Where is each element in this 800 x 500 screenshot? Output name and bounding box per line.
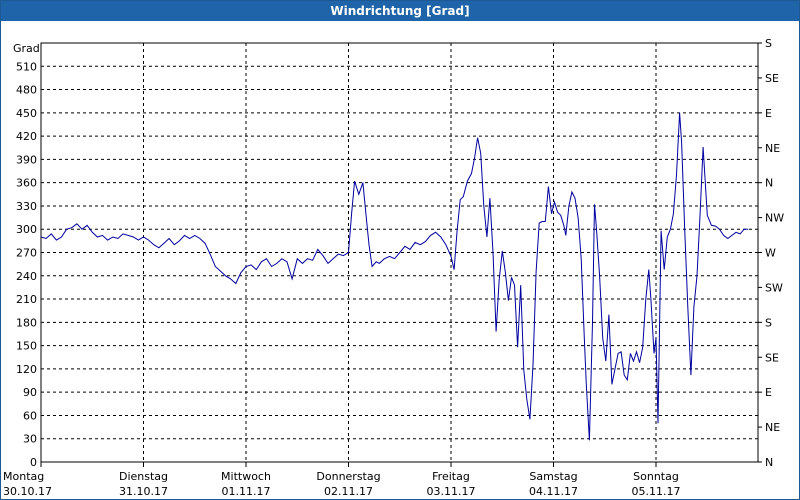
y2-tick-label: NW [765, 212, 784, 225]
x-tick-day: Montag [3, 470, 44, 483]
y-tick-label: 150 [16, 340, 37, 353]
x-tick-day: Dienstag [119, 470, 168, 483]
x-tick-date: 02.11.17 [324, 485, 373, 498]
y-tick-label: 480 [16, 84, 37, 97]
y-tick-label: 90 [23, 386, 37, 399]
x-tick-day: Samstag [529, 470, 577, 483]
window-title: Windrichtung [Grad] [1, 1, 799, 21]
y2-tick-label: S [765, 316, 772, 329]
y2-tick-label: SE [765, 72, 779, 85]
x-tick-date: 04.11.17 [529, 485, 578, 498]
y-tick-label: 240 [16, 270, 37, 283]
y2-tick-label: E [765, 386, 772, 399]
y-tick-label: 330 [16, 200, 37, 213]
y-tick-label: 30 [23, 433, 37, 446]
chart-window: Windrichtung [Grad] 0 30 60 90 120 150 180 210 2… [0, 0, 800, 500]
x-tick-day: Freitag [432, 470, 470, 483]
y-tick-label: 390 [16, 153, 37, 166]
y-tick-label: 360 [16, 177, 37, 190]
x-tick-day: Donnerstag [316, 470, 380, 483]
x-tick-day: Sonntag [633, 470, 679, 483]
y-tick-label: 510 [16, 60, 37, 73]
y2-tick-label: N [765, 456, 773, 469]
y-tick-label: 60 [23, 409, 37, 422]
y-tick-label: 0 [30, 456, 37, 469]
y2-tick-label: N [765, 177, 773, 190]
y-axis-label: Grad [13, 42, 40, 55]
y2-tick-label: NE [765, 142, 780, 155]
x-tick-date: 31.10.17 [119, 485, 168, 498]
y-tick-label: 180 [16, 316, 37, 329]
x-tick-date: 03.11.17 [427, 485, 476, 498]
y2-tick-label: SE [765, 351, 779, 364]
y-tick-label: 450 [16, 107, 37, 120]
y-tick-label: 420 [16, 130, 37, 143]
y2-tick-label: S [765, 37, 772, 50]
x-tick-date: 05.11.17 [632, 485, 681, 498]
y-tick-label: 270 [16, 247, 37, 260]
y2-tick-label: NE [765, 421, 780, 434]
wind-direction-chart: 0 30 60 90 120 150 180 210 240 270 300 330 360 390 420… [3, 37, 784, 498]
x-tick-date: 01.11.17 [222, 485, 271, 498]
y-tick-label: 210 [16, 293, 37, 306]
y-tick-label: 120 [16, 363, 37, 376]
y2-tick-label: E [765, 107, 772, 120]
x-tick-date: 30.10.17 [3, 485, 52, 498]
y2-tick-label: W [765, 247, 776, 260]
y-tick-label: 300 [16, 223, 37, 236]
y2-tick-label: SW [765, 281, 783, 294]
x-tick-day: Mittwoch [221, 470, 271, 483]
